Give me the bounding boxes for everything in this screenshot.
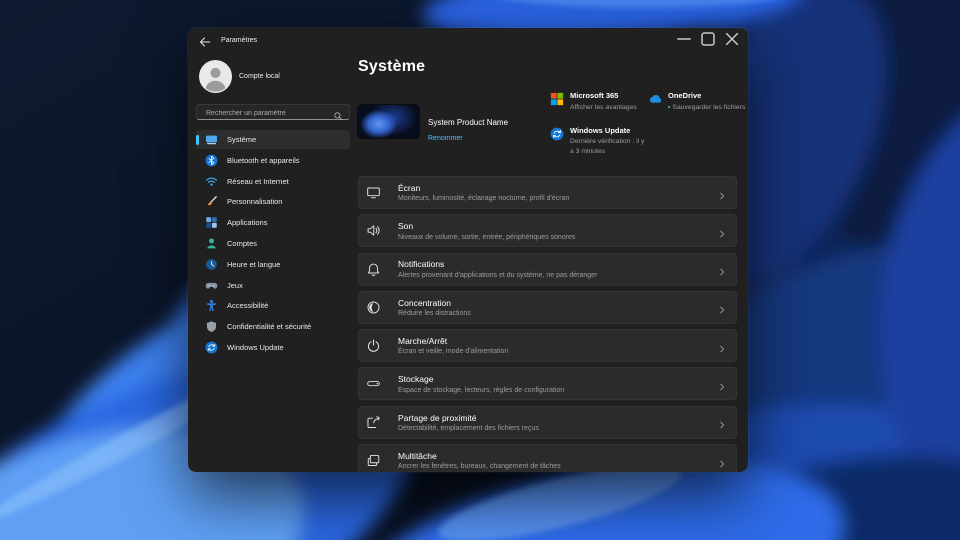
sidebar-item-confidentialite[interactable]: Confidentialité et sécurité — [196, 317, 350, 336]
status-cards: Microsoft 365 Afficher les avantages One… — [550, 91, 748, 158]
system-icon — [205, 133, 218, 146]
multitasking-icon — [366, 453, 381, 468]
sidebar-item-applications[interactable]: Applications — [196, 213, 350, 232]
account-name: Compte local — [239, 73, 280, 80]
close-button[interactable] — [720, 30, 744, 48]
page-title: Système — [358, 58, 426, 75]
time-language-icon — [205, 258, 218, 271]
sidebar-item-reseau[interactable]: Réseau et Internet — [196, 172, 350, 191]
back-button[interactable] — [198, 35, 212, 47]
device-name: System Product Name — [428, 118, 509, 127]
onedrive-cloud-icon — [648, 92, 662, 106]
card-title: OneDrive — [668, 91, 702, 100]
notifications-icon — [366, 262, 381, 277]
settings-row-marche-arret[interactable]: Marche/Arrêt Écran et veille, mode d'alim… — [358, 329, 737, 363]
windows-update-icon — [550, 127, 564, 141]
privacy-icon — [205, 320, 218, 333]
card-microsoft-365[interactable]: Microsoft 365 Afficher les avantages — [550, 91, 648, 113]
chevron-right-icon — [717, 341, 727, 352]
sidebar-item-systeme[interactable]: Système — [196, 130, 350, 149]
window-title: Paramètres — [221, 37, 258, 44]
bluetooth-icon — [205, 154, 218, 167]
display-icon — [366, 185, 381, 200]
main-content: Système System Product Name Renommer Mic… — [358, 54, 748, 472]
accounts-icon — [205, 237, 218, 250]
chevron-right-icon — [717, 188, 727, 199]
sidebar-item-windows-update[interactable]: Windows Update — [196, 338, 350, 357]
rename-device-link[interactable]: Renommer — [428, 135, 463, 142]
selected-indicator — [196, 134, 199, 145]
device-thumbnail-image — [358, 105, 419, 138]
sidebar-item-jeux[interactable]: Jeux — [196, 276, 350, 295]
device-info: System Product Name Renommer — [428, 118, 508, 145]
settings-row-concentration[interactable]: Concentration Réduire les distractions — [358, 290, 737, 324]
desktop: Paramètres Compte local Système Bluetooth… — [0, 0, 960, 540]
sidebar-item-comptes[interactable]: Comptes — [196, 234, 350, 253]
card-subtitle: Dernière vérification : il y a 3 minutes — [570, 138, 645, 156]
settings-row-multitache[interactable]: Multitâche Ancrer les fenêtres, bureaux, … — [358, 444, 737, 472]
card-onedrive[interactable]: OneDrive ▪ Sauvegarder les fichiers — [648, 91, 748, 113]
account-section: Compte local — [199, 60, 350, 93]
sound-icon — [366, 223, 381, 238]
games-icon — [205, 279, 218, 292]
chevron-right-icon — [717, 456, 727, 467]
sidebar-item-accessibilite[interactable]: Accessibilité — [196, 296, 350, 315]
sidebar: Compte local Système Bluetooth et apparei… — [188, 54, 358, 472]
settings-row-ecran[interactable]: Écran Moniteurs, luminosité, éclairage no… — [358, 176, 737, 209]
settings-window: Paramètres Compte local Système Bluetooth… — [188, 28, 748, 472]
user-avatar-icon — [199, 60, 232, 93]
sidebar-item-bluetooth[interactable]: Bluetooth et appareils — [196, 151, 350, 170]
settings-row-stockage[interactable]: Stockage Espace de stockage, lecteurs, rè… — [358, 367, 737, 401]
minimize-button[interactable] — [672, 30, 696, 48]
card-subtitle: Afficher les avantages — [570, 103, 637, 111]
card-title: Microsoft 365 — [570, 91, 619, 100]
titlebar: Paramètres — [188, 28, 748, 54]
personalization-icon — [205, 195, 218, 208]
windows-update-icon — [205, 341, 218, 354]
chevron-right-icon — [717, 226, 727, 238]
chevron-right-icon — [717, 264, 727, 276]
chevron-right-icon — [717, 379, 727, 391]
search-input[interactable] — [204, 105, 328, 121]
search-icon — [333, 108, 343, 120]
maximize-button[interactable] — [696, 30, 720, 48]
apps-icon — [205, 216, 218, 229]
card-subtitle: ▪ Sauvegarder les fichiers — [668, 103, 746, 111]
settings-row-son[interactable]: Son Niveaux de volume, sortie, entrée, pé… — [358, 214, 737, 248]
settings-list: Écran Moniteurs, luminosité, éclairage no… — [358, 176, 737, 472]
power-icon — [366, 338, 381, 353]
status-bullet: ▪ — [668, 103, 671, 111]
network-icon — [205, 175, 218, 188]
window-controls — [672, 30, 744, 48]
storage-icon — [366, 376, 381, 391]
focus-icon — [366, 300, 381, 315]
settings-row-partage-proximite[interactable]: Partage de proximité Détectabilité, empla… — [358, 405, 737, 439]
chevron-right-icon — [717, 302, 727, 314]
accessibility-icon — [205, 299, 218, 312]
card-title: Windows Update — [570, 125, 631, 135]
microsoft-365-logo — [550, 92, 564, 106]
settings-row-notifications[interactable]: Notifications Alertes provenant d'applica… — [358, 252, 737, 286]
search-box — [196, 104, 350, 121]
sidebar-item-personnalisation[interactable]: Personnalisation — [196, 192, 350, 211]
card-windows-update[interactable]: Windows Update Dernière vérification : i… — [550, 126, 648, 158]
nearby-share-icon — [366, 415, 381, 430]
chevron-right-icon — [717, 417, 727, 429]
sidebar-item-heure-langue[interactable]: Heure et langue — [196, 255, 350, 274]
sidebar-nav: Système Bluetooth et appareils Réseau et I… — [196, 130, 350, 357]
